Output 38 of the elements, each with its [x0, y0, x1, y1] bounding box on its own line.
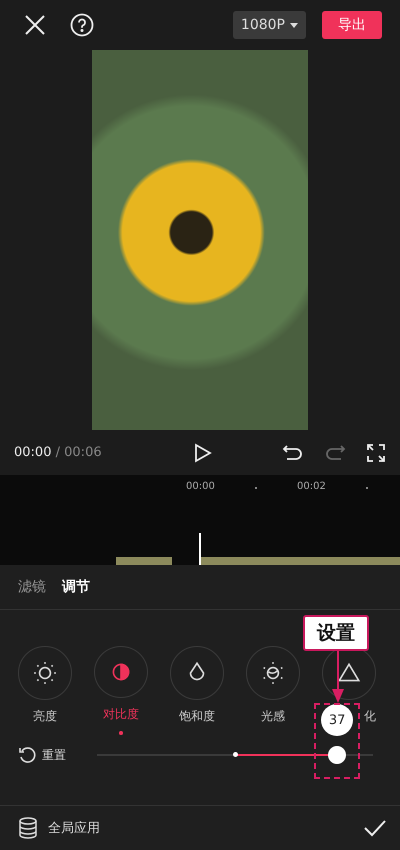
sun-icon: [32, 660, 58, 686]
caret-icon: [290, 22, 298, 28]
resolution-dropdown[interactable]: 1080P: [232, 11, 306, 39]
database-icon: [18, 817, 38, 839]
adjustment-label: 亮度: [33, 708, 57, 725]
selected-dot: [119, 731, 123, 735]
tab[interactable]: 调节: [62, 578, 90, 596]
reset-icon: [18, 746, 36, 764]
help-icon: [70, 13, 94, 37]
undo-button[interactable]: [282, 442, 304, 462]
video-clip[interactable]: [201, 557, 400, 565]
close-button[interactable]: [24, 14, 46, 36]
video-clip[interactable]: [116, 557, 172, 565]
close-icon: [24, 14, 46, 36]
apply-all-label: 全局应用: [48, 820, 100, 837]
redo-icon: [324, 442, 346, 462]
annotation-tooltip: 设置: [303, 615, 369, 651]
adjustment-label: 对比度: [103, 706, 139, 724]
adjustment-label: 光感: [261, 708, 285, 725]
adjustment-label: 饱和度: [179, 708, 215, 725]
value-bubble: 37: [321, 704, 354, 736]
play-button[interactable]: [194, 442, 212, 462]
slider-thumb[interactable]: [328, 746, 346, 764]
timeline-tick: 00:00: [186, 481, 215, 492]
play-icon: [194, 442, 212, 462]
adjustment-label: 化: [364, 708, 376, 725]
help-button[interactable]: [70, 13, 94, 37]
export-button[interactable]: 导出: [322, 11, 382, 39]
playback-time: 00:00 / 00:06: [14, 445, 103, 460]
sun-moon-icon: [260, 660, 286, 686]
confirm-button[interactable]: [364, 819, 386, 837]
timeline-tick: 00:02: [297, 481, 326, 492]
fullscreen-icon: [366, 442, 386, 462]
reset-button[interactable]: 重置: [18, 746, 97, 764]
fullscreen-button[interactable]: [366, 442, 386, 462]
tab[interactable]: 滤镜: [18, 578, 46, 596]
checkmark-icon: [364, 819, 386, 837]
undo-icon: [282, 442, 304, 462]
